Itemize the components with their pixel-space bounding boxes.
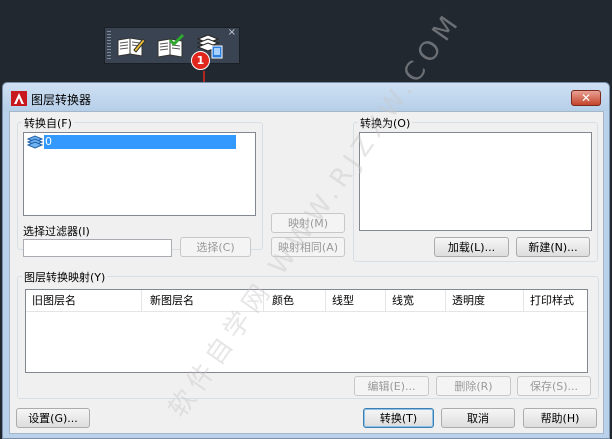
translate-to-label: 转换为(O) (358, 115, 413, 131)
layer-properties-edit-button[interactable] (114, 32, 148, 60)
delete-button[interactable]: 删除(R) (436, 376, 511, 396)
column-header-new-layer[interactable]: 新图层名 (144, 290, 264, 312)
column-header-lineweight[interactable]: 线宽 (386, 290, 446, 312)
select-button[interactable]: 选择(C) (180, 237, 251, 257)
autocad-logo-icon (11, 91, 27, 106)
save-button[interactable]: 保存(S)... (517, 376, 591, 396)
map-button[interactable]: 映射(M) (271, 213, 345, 233)
selection-filter-label: 选择过滤器(I) (23, 225, 90, 238)
column-header-color[interactable]: 颜色 (266, 290, 326, 312)
layer-check-icon (157, 34, 185, 58)
translate-button[interactable]: 转换(T) (363, 408, 434, 428)
toolbar-grip[interactable] (107, 31, 111, 61)
close-icon: ✕ (580, 91, 592, 105)
dialog-close-button[interactable]: ✕ (571, 90, 601, 106)
layer-toolbar: × (104, 27, 240, 64)
screen: × 1 图层转换器 ✕ 转换自(F) 0 选择过滤器(I) 选择(C) 映射(M… (0, 0, 612, 439)
map-same-button[interactable]: 映射相同(A) (271, 237, 345, 257)
list-item[interactable]: 0 (44, 135, 236, 149)
dialog-client: 转换自(F) 0 选择过滤器(I) 选择(C) 映射(M) 映射相同(A) 转换… (9, 111, 604, 434)
step-badge: 1 (191, 51, 210, 70)
translate-to-list[interactable] (359, 132, 592, 231)
layer-check-button[interactable] (154, 32, 188, 60)
selection-filter-input[interactable] (23, 239, 172, 257)
layer-mappings-table[interactable]: 旧图层名 新图层名 颜色 线型 线宽 透明度 打印样式 (25, 289, 588, 373)
layer-translator-dialog: 图层转换器 ✕ 转换自(F) 0 选择过滤器(I) 选择(C) 映射(M) 映射… (2, 82, 610, 439)
column-header-plot-style[interactable]: 打印样式 (524, 290, 587, 312)
translate-from-list[interactable]: 0 (23, 132, 256, 216)
new-button[interactable]: 新建(N)... (516, 237, 590, 257)
layer-mappings-label: 图层转换映射(Y) (22, 269, 108, 285)
column-header-old-layer[interactable]: 旧图层名 (26, 290, 142, 312)
table-header: 旧图层名 新图层名 颜色 线型 线宽 透明度 打印样式 (26, 290, 587, 312)
load-button[interactable]: 加载(L)... (434, 237, 509, 257)
translate-from-label: 转换自(F) (22, 115, 74, 131)
cancel-button[interactable]: 取消 (441, 408, 515, 428)
toolbar-close-icon[interactable]: × (228, 28, 236, 38)
settings-button[interactable]: 设置(G)... (16, 408, 90, 428)
layers-icon (27, 135, 43, 149)
help-button[interactable]: 帮助(H) (523, 408, 597, 428)
column-header-linetype[interactable]: 线型 (326, 290, 386, 312)
edit-button[interactable]: 编辑(E)... (354, 376, 429, 396)
dialog-title: 图层转换器 (31, 93, 92, 107)
dialog-titlebar[interactable]: 图层转换器 ✕ (3, 83, 609, 111)
column-header-transparency[interactable]: 透明度 (446, 290, 524, 312)
layer-properties-edit-icon (117, 37, 146, 57)
